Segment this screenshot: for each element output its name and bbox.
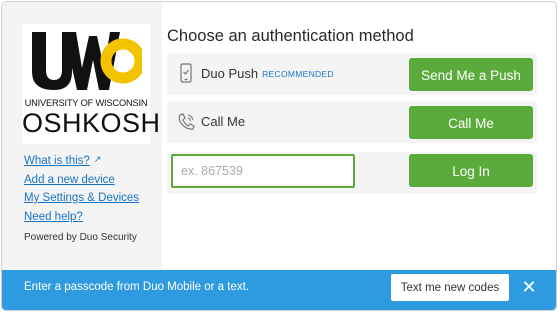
- help-links: What is this? ↗ Add a new device My Setti…: [24, 150, 139, 226]
- sidebar: UNIVERSITY OF WISCONSIN OSHKOSH What is …: [2, 2, 162, 270]
- university-logo: UNIVERSITY OF WISCONSIN OSHKOSH: [22, 24, 161, 144]
- method-row-passcode: Log In: [167, 152, 537, 194]
- what-is-this-link[interactable]: What is this? ↗: [24, 150, 139, 171]
- call-me-button[interactable]: Call Me: [409, 106, 533, 139]
- call-me-label: Call Me: [201, 114, 246, 129]
- external-link-icon: ↗: [93, 154, 102, 164]
- page-title: Choose an authentication method: [167, 27, 414, 45]
- uwo-logo-mark: [32, 32, 142, 90]
- duo-auth-frame: UNIVERSITY OF WISCONSIN OSHKOSH What is …: [1, 1, 557, 311]
- add-device-link[interactable]: Add a new device: [24, 171, 139, 190]
- method-row-duo-push: Duo Push RECOMMENDED Send Me a Push: [167, 53, 537, 95]
- campus-name: OSHKOSH: [22, 108, 161, 138]
- university-name: UNIVERSITY OF WISCONSIN: [24, 98, 148, 108]
- text-new-codes-button[interactable]: Text me new codes: [391, 274, 509, 301]
- duo-push-text: Duo Push: [201, 66, 259, 81]
- need-help-link[interactable]: Need help?: [24, 208, 139, 227]
- notification-bar: Enter a passcode from Duo Mobile or a te…: [2, 270, 556, 310]
- phone-call-icon: [178, 113, 195, 130]
- recommended-badge: RECOMMENDED: [262, 69, 334, 79]
- settings-devices-link[interactable]: My Settings & Devices: [24, 189, 139, 208]
- powered-by: Powered by Duo Security: [24, 232, 137, 243]
- log-in-button[interactable]: Log In: [409, 154, 533, 187]
- close-icon[interactable]: ✕: [519, 276, 539, 298]
- what-is-this-label: What is this?: [24, 155, 90, 167]
- notification-message: Enter a passcode from Duo Mobile or a te…: [24, 281, 249, 293]
- send-push-button[interactable]: Send Me a Push: [409, 58, 533, 91]
- method-row-call-me: Call Me Call Me: [167, 101, 537, 143]
- passcode-input[interactable]: [171, 154, 355, 188]
- duo-push-label: Duo Push RECOMMENDED: [201, 53, 334, 95]
- phone-icon: [180, 63, 192, 83]
